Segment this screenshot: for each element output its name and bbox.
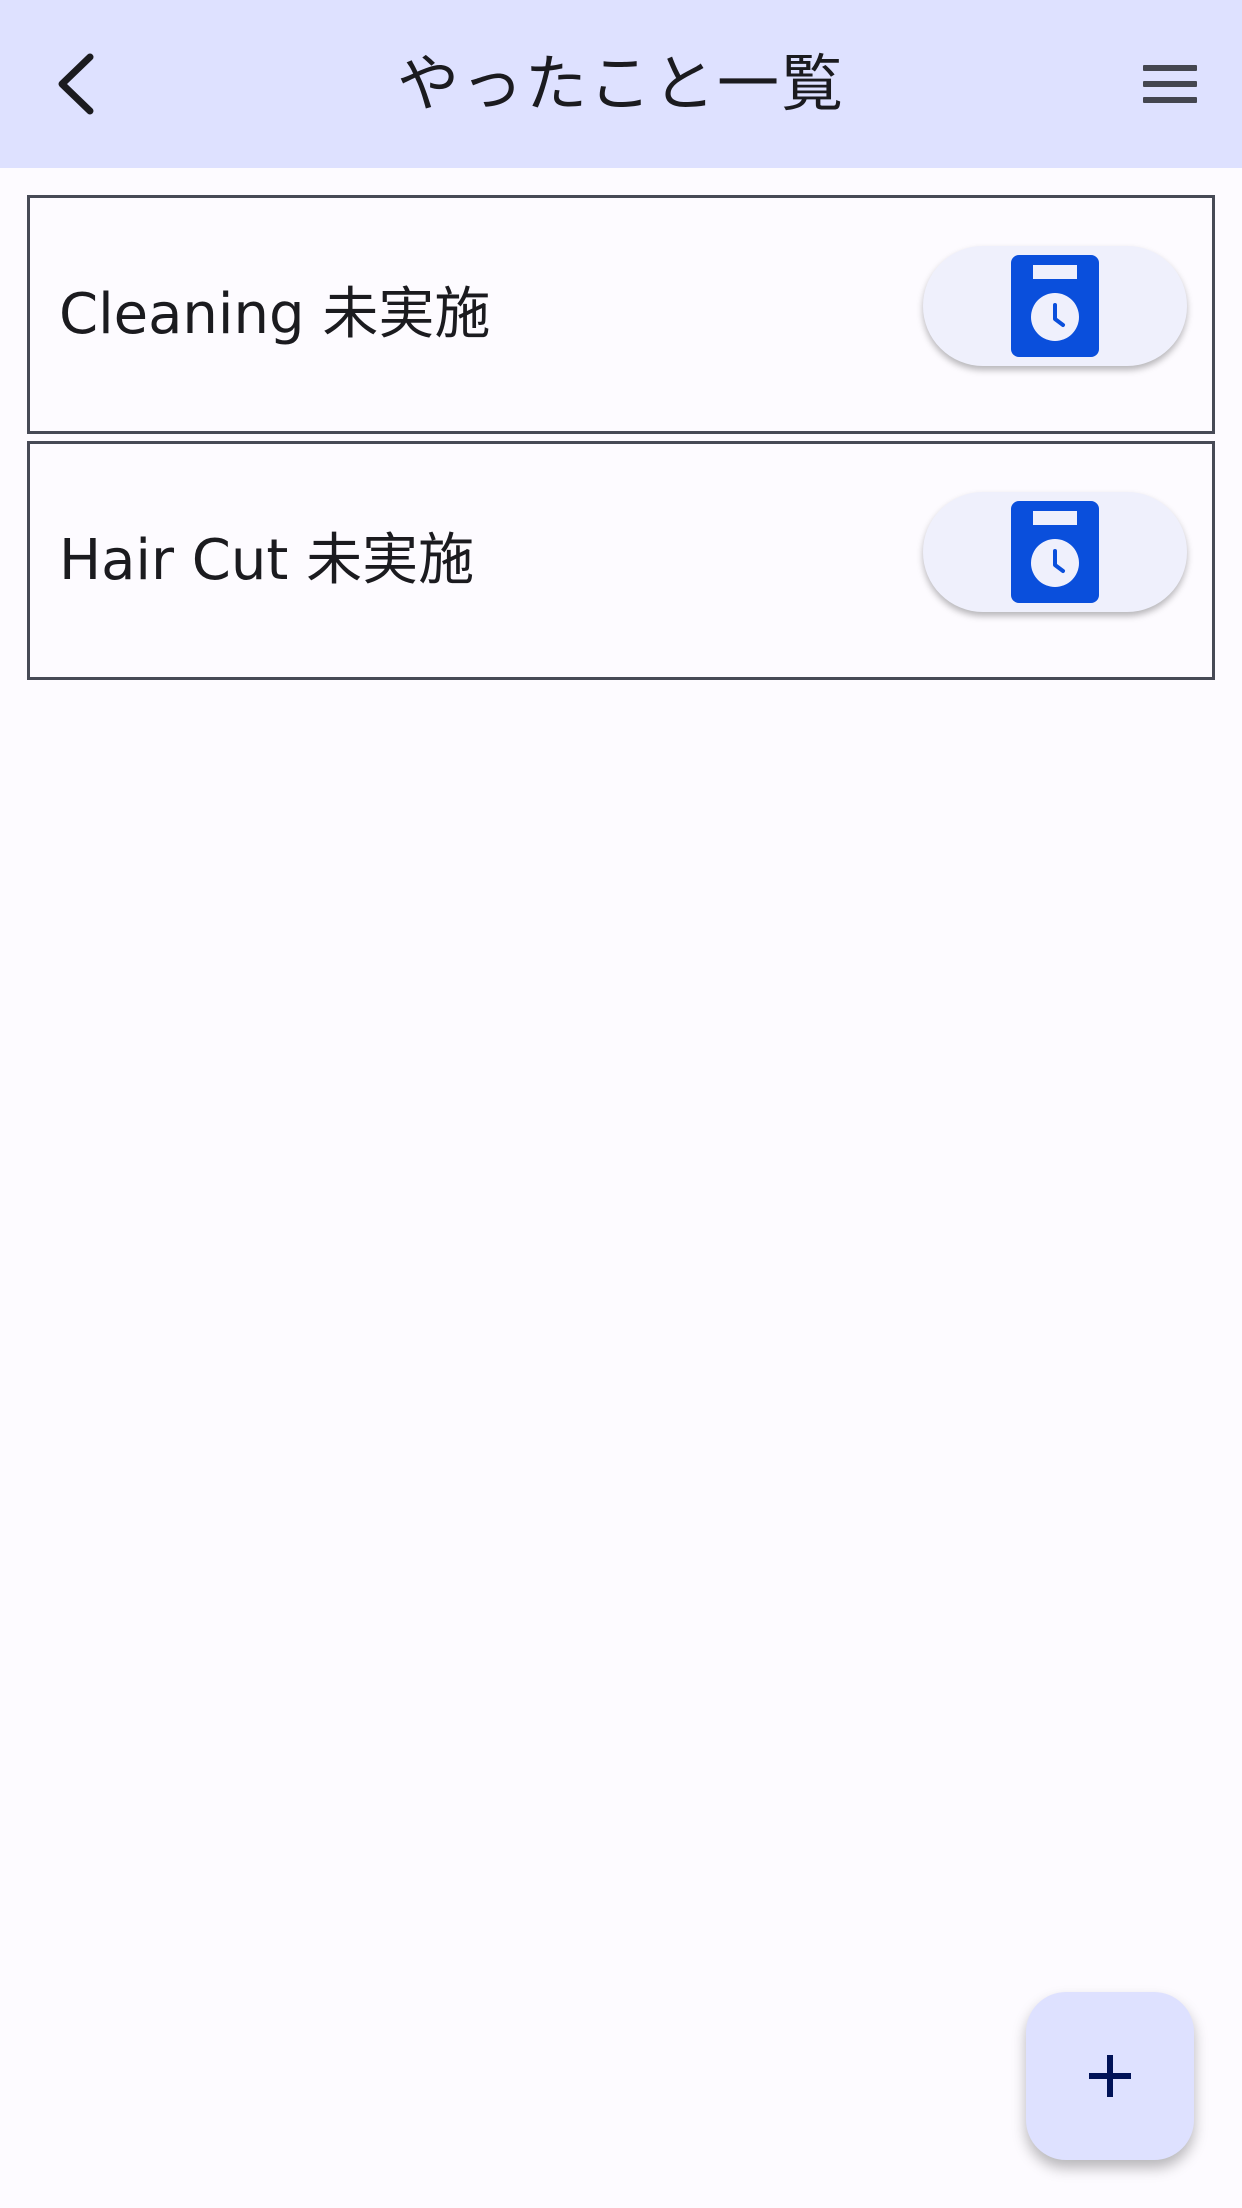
plus-icon: [1089, 2055, 1131, 2097]
add-task-button[interactable]: [1026, 1992, 1194, 2160]
record-time-button[interactable]: [923, 492, 1187, 612]
task-list: Cleaning 未実施 Hair Cut 未実施: [27, 195, 1215, 687]
app-bar: やったこと一覧: [0, 0, 1242, 168]
task-label: Cleaning 未実施: [59, 282, 491, 347]
menu-button[interactable]: [1128, 42, 1212, 126]
timer-bag-icon: [1011, 255, 1099, 357]
record-time-button[interactable]: [923, 246, 1187, 366]
list-item: Hair Cut 未実施: [27, 441, 1215, 680]
page-title: やったこと一覧: [396, 47, 845, 120]
list-item: Cleaning 未実施: [27, 195, 1215, 434]
hamburger-menu-icon: [1143, 65, 1197, 103]
timer-bag-icon: [1011, 501, 1099, 603]
task-label: Hair Cut 未実施: [59, 528, 475, 593]
